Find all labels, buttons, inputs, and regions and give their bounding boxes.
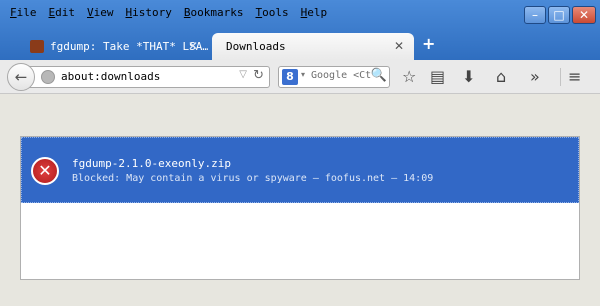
- bookmark-star-icon[interactable]: ☆: [402, 68, 416, 86]
- favicon-icon: [30, 40, 44, 53]
- menu-tools[interactable]: Tools: [249, 4, 294, 22]
- url-bar[interactable]: ← about:downloads ▽ ↻: [7, 63, 270, 91]
- window-controls: – □ ✕: [524, 6, 596, 24]
- downloads-list[interactable]: ✕ fgdump-2.1.0-exeonly.zip Blocked: May …: [20, 136, 580, 280]
- url-dropdown-icon[interactable]: ▽: [239, 69, 247, 80]
- menu-history[interactable]: History: [120, 4, 178, 22]
- close-window-button[interactable]: ✕: [572, 6, 596, 24]
- download-filename: fgdump-2.1.0-exeonly.zip: [72, 157, 231, 170]
- blocked-error-icon: ✕: [31, 157, 59, 185]
- menu-view[interactable]: View: [81, 4, 120, 22]
- bookmarks-list-icon[interactable]: ▤: [430, 68, 445, 86]
- tab-label: Downloads: [226, 40, 286, 53]
- tab-strip: fgdump: Take *THAT* LSA… ✕ Downloads ✕: [0, 30, 600, 60]
- browser-window: File Edit View History Bookmarks Tools H…: [0, 0, 600, 306]
- search-input[interactable]: Google <Ct: [311, 70, 371, 81]
- google-engine-icon[interactable]: 8: [282, 69, 298, 85]
- toolbar-separator: [560, 68, 561, 86]
- new-tab-button[interactable]: +: [422, 34, 435, 53]
- download-status: Blocked: May contain a virus or spyware …: [72, 173, 434, 184]
- url-text[interactable]: about:downloads: [61, 70, 160, 83]
- tab-fgdump[interactable]: fgdump: Take *THAT* LSA… ✕: [18, 33, 208, 60]
- tab-downloads[interactable]: Downloads ✕: [212, 33, 414, 60]
- menu-icon[interactable]: ≡: [568, 68, 581, 86]
- back-button[interactable]: ←: [7, 63, 35, 91]
- globe-icon: [41, 70, 55, 84]
- menu-bar: File Edit View History Bookmarks Tools H…: [4, 4, 333, 22]
- nav-toolbar: ← about:downloads ▽ ↻ 8 ▾ Google <Ct 🔍 ☆…: [0, 60, 600, 94]
- menu-help[interactable]: Help: [295, 4, 334, 22]
- search-bar[interactable]: 8 ▾ Google <Ct 🔍: [278, 66, 390, 88]
- tab-label: fgdump: Take *THAT* LSA…: [50, 40, 208, 53]
- search-engine-dropdown-icon[interactable]: ▾: [301, 70, 305, 79]
- menu-edit[interactable]: Edit: [43, 4, 82, 22]
- menu-file[interactable]: File: [4, 4, 43, 22]
- reload-icon[interactable]: ↻: [253, 68, 264, 83]
- downloads-page: ✕ fgdump-2.1.0-exeonly.zip Blocked: May …: [0, 94, 600, 306]
- home-icon[interactable]: ⌂: [496, 68, 506, 86]
- download-item[interactable]: ✕ fgdump-2.1.0-exeonly.zip Blocked: May …: [21, 137, 579, 203]
- maximize-button[interactable]: □: [548, 6, 570, 24]
- downloads-icon[interactable]: ⬇: [462, 68, 475, 86]
- minimize-button[interactable]: –: [524, 6, 546, 24]
- menu-bookmarks[interactable]: Bookmarks: [178, 4, 250, 22]
- tab-close-icon[interactable]: ✕: [188, 33, 198, 60]
- tab-close-icon[interactable]: ✕: [394, 33, 404, 60]
- overflow-icon[interactable]: »: [530, 68, 540, 86]
- search-icon[interactable]: 🔍: [371, 68, 387, 83]
